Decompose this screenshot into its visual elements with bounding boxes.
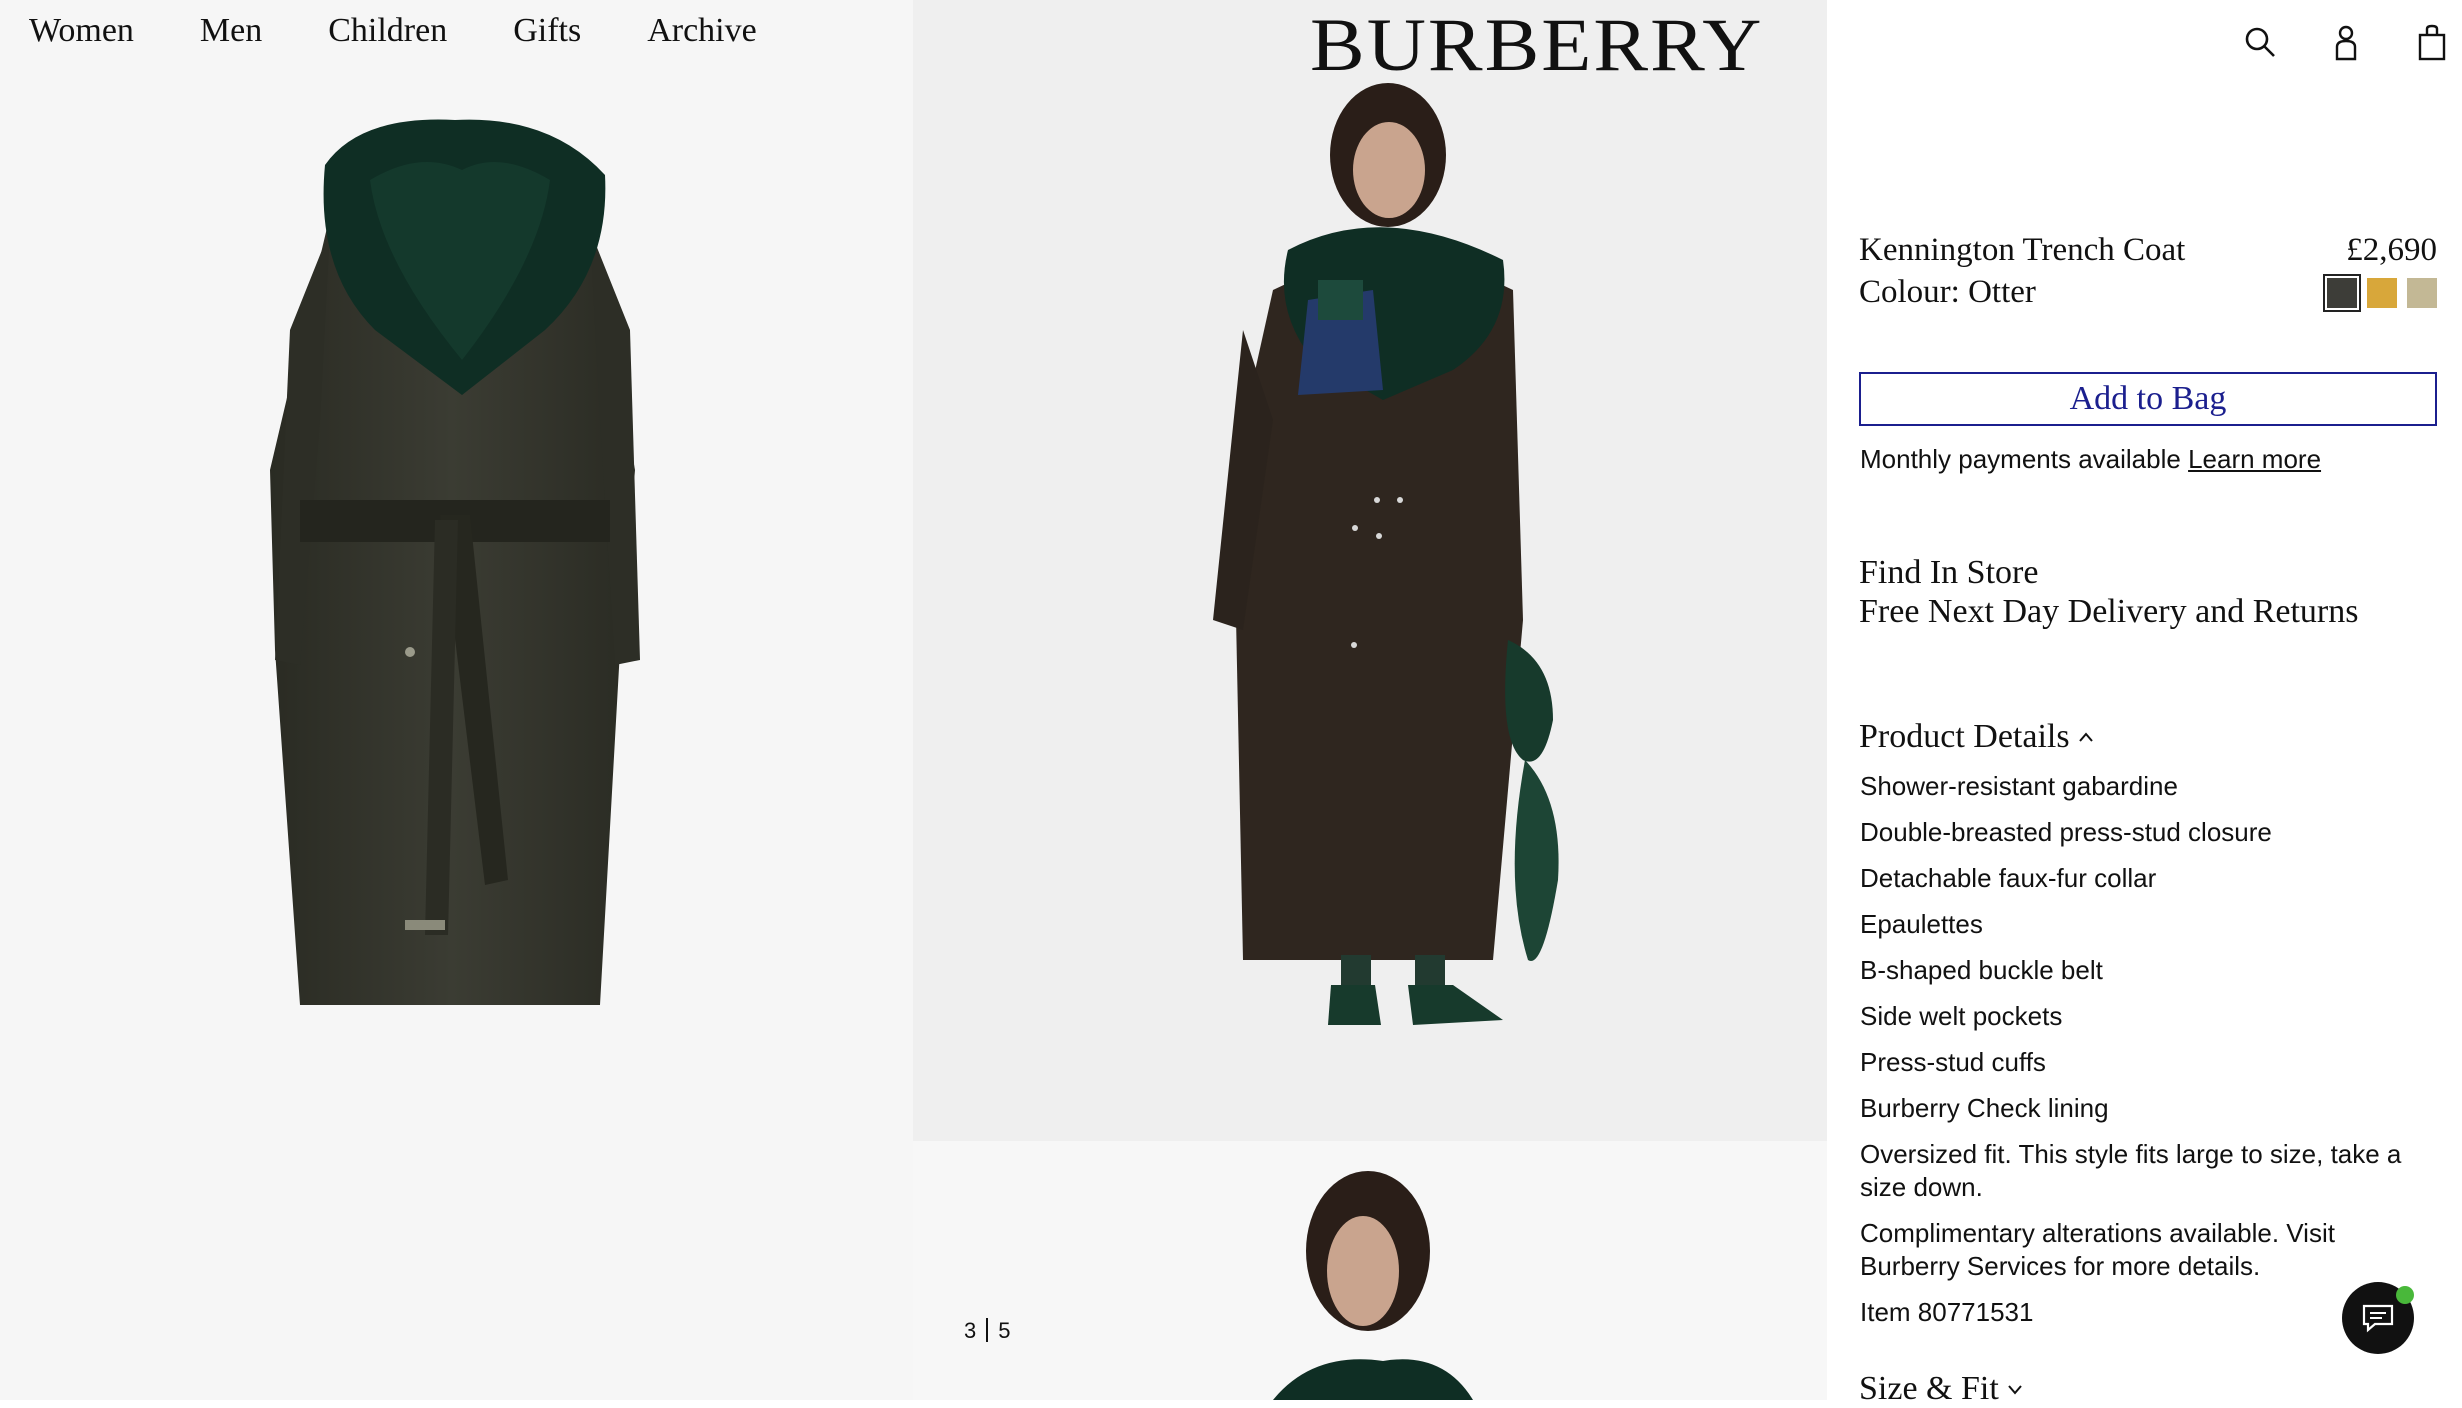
pager-current: 3: [964, 1318, 977, 1343]
product-name: Kennington Trench Coat: [1859, 232, 2186, 268]
bag-icon[interactable]: [2412, 22, 2452, 62]
colour-swatches: [2323, 273, 2437, 312]
product-details-list: Shower-resistant gabardine Double-breast…: [1860, 770, 2440, 1342]
list-item: Epaulettes: [1860, 909, 1983, 939]
nav-children[interactable]: Children: [328, 12, 447, 50]
product-details-toggle[interactable]: Product Details: [1859, 718, 2094, 756]
swatch-otter[interactable]: [2323, 273, 2361, 312]
model-illustration: [1213, 83, 1559, 1025]
nav-men[interactable]: Men: [200, 12, 262, 50]
search-icon[interactable]: [2240, 22, 2280, 62]
nav-women[interactable]: Women: [29, 12, 134, 50]
product-image-flat[interactable]: [0, 0, 913, 1400]
list-item: Detachable faux-fur collar: [1860, 863, 2157, 893]
header-icons: [2240, 22, 2452, 62]
find-in-store-link[interactable]: Find In Store: [1859, 554, 2038, 592]
gallery-pager: 3 5: [964, 1318, 1011, 1344]
list-item: Side welt pockets: [1860, 1001, 2063, 1031]
online-indicator: [2396, 1286, 2414, 1304]
product-colour: Colour: Otter: [1859, 274, 2036, 310]
swatch-sand[interactable]: [2407, 277, 2437, 308]
delivery-info-link[interactable]: Free Next Day Delivery and Returns: [1859, 593, 2358, 631]
add-to-bag-button[interactable]: Add to Bag: [1859, 372, 2437, 426]
chat-icon: [2362, 1304, 2394, 1333]
product-price: £2,690: [2346, 232, 2437, 268]
chevron-down-icon: [2008, 1385, 2022, 1395]
brand-logo[interactable]: BURBERRY: [1310, 2, 1763, 88]
monthly-payments-text: Monthly payments available: [1860, 444, 2181, 474]
chevron-up-icon: [2078, 732, 2093, 742]
pager-divider: [986, 1318, 989, 1342]
learn-more-link[interactable]: Learn more: [2188, 444, 2321, 474]
coat-flat-illustration: [270, 119, 640, 1005]
product-image-next[interactable]: [913, 1141, 1827, 1400]
list-item: Burberry Check lining: [1860, 1093, 2109, 1123]
monthly-payments: Monthly payments available Learn more: [1860, 444, 2321, 475]
list-item: Complimentary alterations available. Vis…: [1860, 1218, 2335, 1281]
size-fit-title: Size & Fit: [1859, 1370, 1999, 1407]
list-item: Oversized fit. This style fits large to …: [1860, 1139, 2402, 1202]
account-icon[interactable]: [2326, 22, 2366, 62]
colour-row: Colour: Otter: [1859, 273, 2437, 312]
nav-archive[interactable]: Archive: [647, 12, 757, 50]
size-fit-toggle[interactable]: Size & Fit: [1859, 1370, 2023, 1408]
nav-gifts[interactable]: Gifts: [513, 12, 581, 50]
list-item: Shower-resistant gabardine: [1860, 771, 2178, 801]
product-title-row: Kennington Trench Coat £2,690: [1859, 232, 2437, 269]
list-item: B-shaped buckle belt: [1860, 955, 2103, 985]
product-details-title: Product Details: [1859, 718, 2070, 755]
list-item: Press-stud cuffs: [1860, 1047, 2046, 1077]
swatch-gold[interactable]: [2367, 277, 2397, 308]
list-item: Double-breasted press-stud closure: [1860, 817, 2272, 847]
main-nav: Women Men Children Gifts Archive: [29, 12, 757, 50]
model-closeup-illustration: [1273, 1171, 1473, 1400]
pager-total: 5: [998, 1318, 1011, 1343]
chat-button[interactable]: [2342, 1282, 2414, 1354]
